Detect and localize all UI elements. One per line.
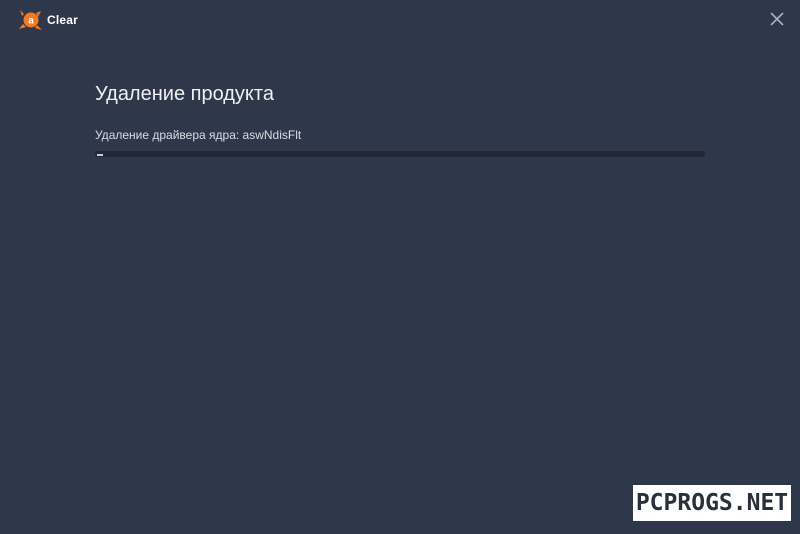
close-icon[interactable]	[768, 10, 786, 28]
page-title: Удаление продукта	[95, 83, 274, 105]
avast-logo-icon: a	[19, 10, 42, 30]
watermark: PCPROGS.NET	[633, 485, 791, 521]
progress-bar-fill	[97, 154, 103, 156]
title-bar: a Clear	[0, 0, 800, 40]
status-text: Удаление драйвера ядра: aswNdisFlt	[95, 128, 302, 142]
progress-bar	[95, 151, 705, 157]
svg-text:a: a	[28, 16, 34, 27]
app-name: Clear	[47, 13, 79, 27]
